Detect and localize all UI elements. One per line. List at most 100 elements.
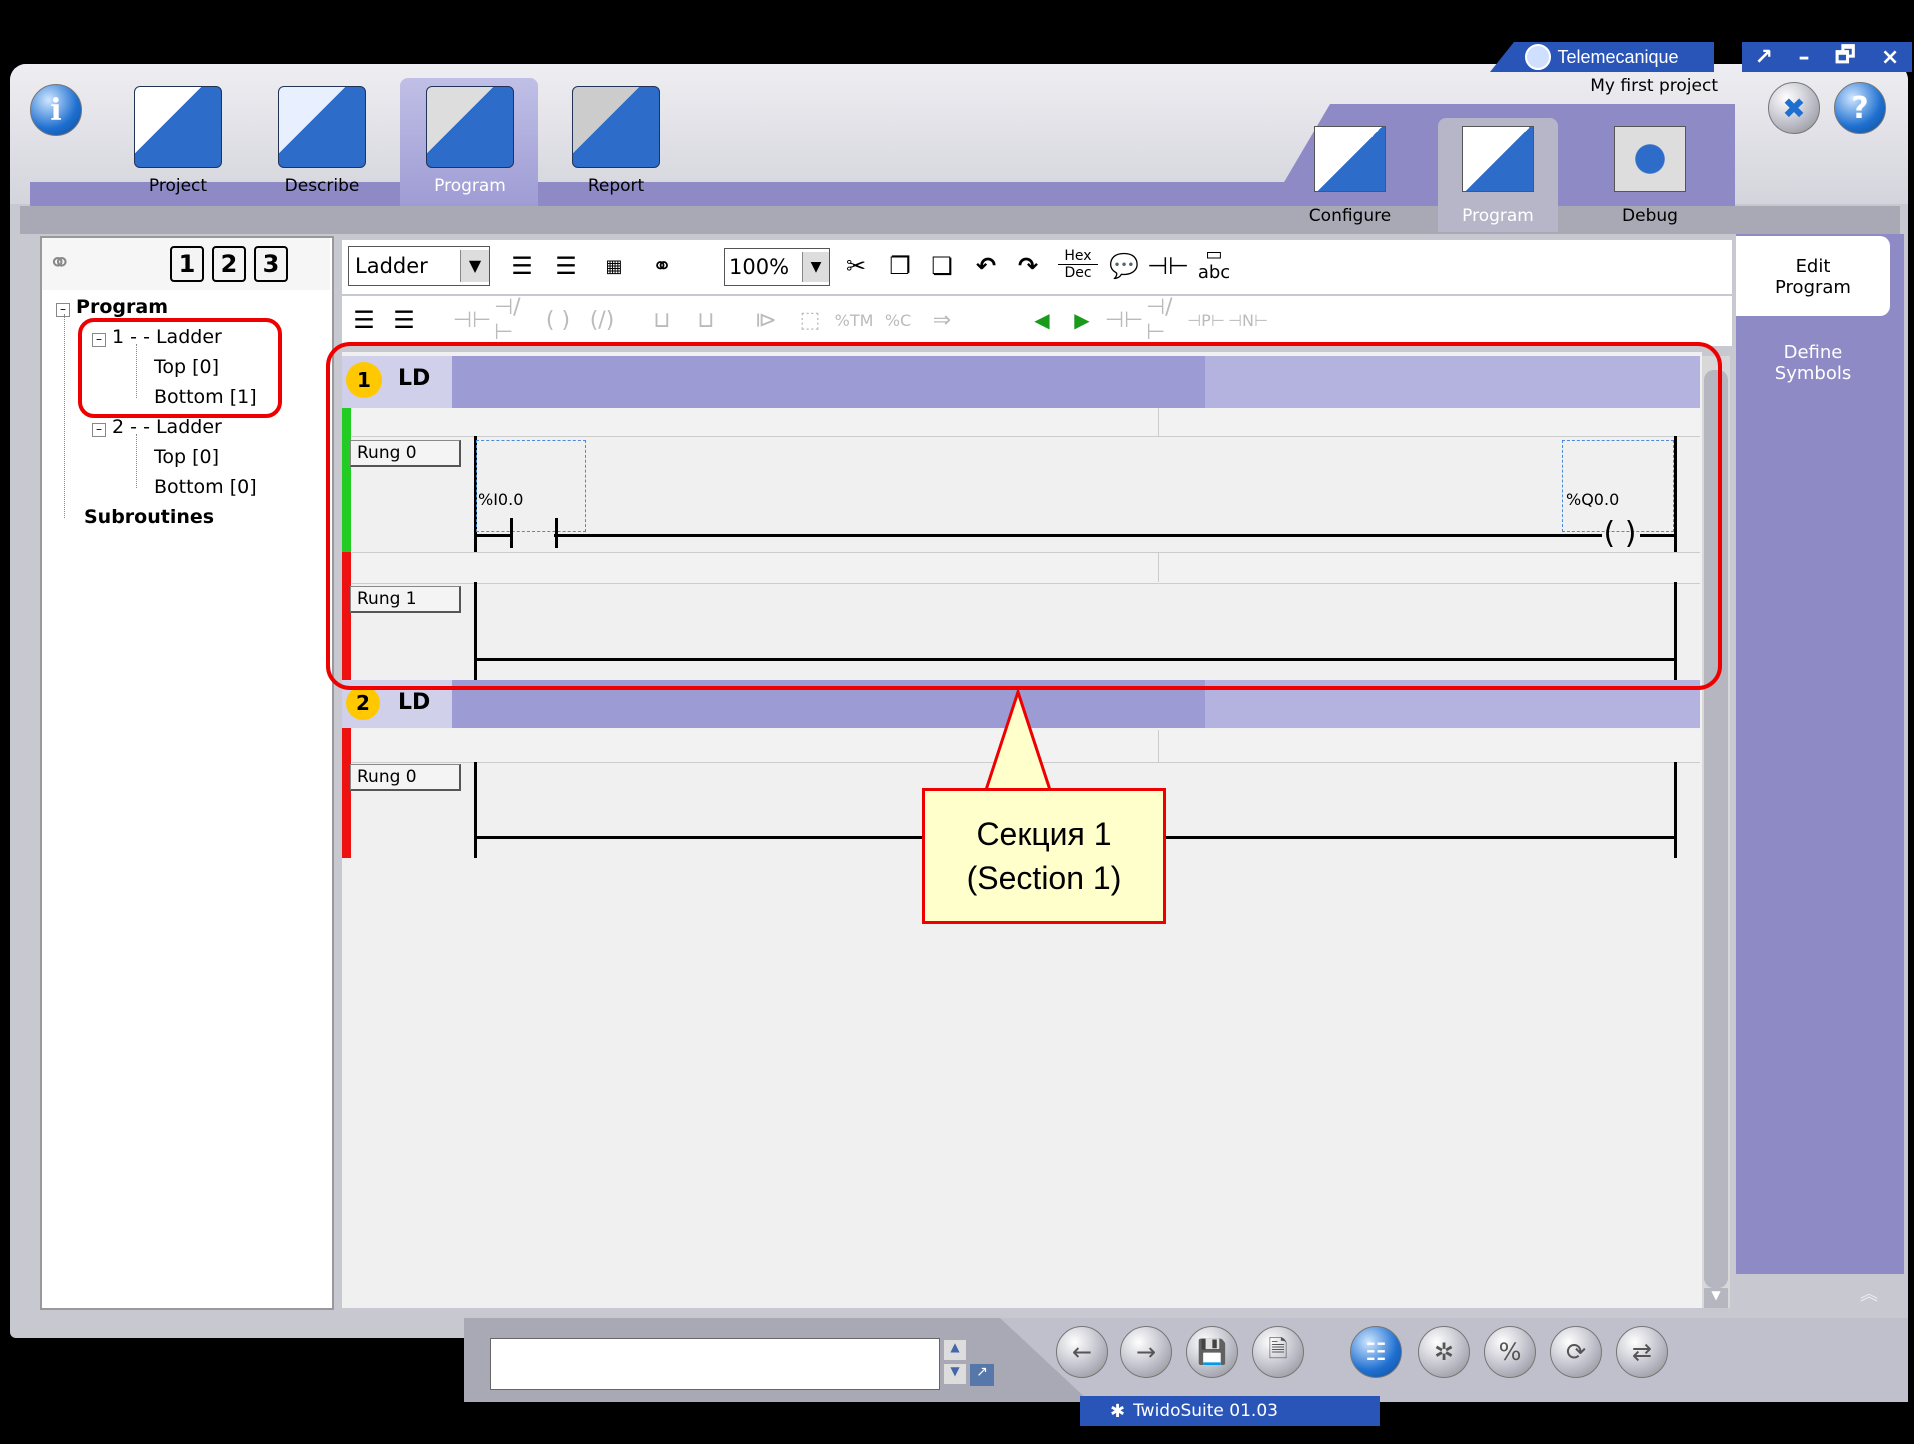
version-bar: ✱ TwidoSuite 01.03 bbox=[1080, 1396, 1380, 1426]
hex-dec-button[interactable]: Hex Dec bbox=[1058, 248, 1098, 288]
brand-tab: Telemecanique bbox=[1490, 42, 1714, 72]
comment-abc-button[interactable]: ▭ abc bbox=[1192, 246, 1236, 286]
timer-block-icon[interactable]: %TM bbox=[834, 300, 874, 340]
insert-rung-above-icon[interactable]: ☰ bbox=[546, 246, 586, 286]
tab-program-label: Program bbox=[434, 176, 506, 196]
tree-section-2[interactable]: – 2 - - Ladder bbox=[92, 416, 222, 438]
coil-icon[interactable]: ( ) bbox=[538, 300, 578, 340]
comment-icon[interactable]: 💬 bbox=[1104, 246, 1144, 286]
edit-program-tab[interactable]: Edit Program bbox=[1736, 236, 1890, 316]
section-2-badge: 2 bbox=[346, 686, 380, 720]
info-button[interactable]: i bbox=[30, 84, 82, 136]
subtab-debug[interactable]: Debug bbox=[1590, 126, 1710, 234]
cut-icon[interactable]: ✂ bbox=[836, 246, 876, 286]
right-power-rail bbox=[1674, 762, 1677, 858]
language-value: Ladder bbox=[355, 254, 428, 278]
tools-button[interactable]: ✖ bbox=[1768, 82, 1820, 134]
redo-icon[interactable]: ↷ bbox=[1008, 246, 1048, 286]
tab-report-label: Report bbox=[587, 176, 645, 196]
subtab-program-label: Program bbox=[1462, 206, 1534, 226]
define-symbols-tab[interactable]: Define Symbols bbox=[1736, 342, 1890, 402]
tree-subroutines[interactable]: Subroutines bbox=[84, 506, 214, 528]
link-icon[interactable]: ⚭ bbox=[48, 246, 88, 282]
edit-program-line2: Program bbox=[1775, 277, 1851, 298]
program-tool-button[interactable]: ☷ bbox=[1350, 1326, 1402, 1378]
scroll-down-icon[interactable]: ▼ bbox=[1704, 1288, 1728, 1308]
save-button[interactable]: 💾 bbox=[1186, 1326, 1238, 1378]
forward-button[interactable]: → bbox=[1120, 1326, 1172, 1378]
close-button[interactable]: × bbox=[1881, 45, 1899, 70]
compare-block-icon[interactable]: ⧐ bbox=[746, 300, 786, 340]
nav-right-icon[interactable]: ▶ bbox=[1064, 300, 1100, 340]
subtab-configure[interactable]: Configure bbox=[1290, 126, 1410, 234]
scroll-down-icon[interactable]: ▼ bbox=[944, 1364, 966, 1384]
expand-icon[interactable]: ↗ bbox=[970, 1364, 994, 1386]
help-button[interactable]: ? bbox=[1834, 82, 1886, 134]
operate-block-icon[interactable]: ⬚ bbox=[790, 300, 830, 340]
comment-element-icon[interactable]: ⊣⊢ bbox=[1147, 246, 1189, 286]
view-3-button[interactable]: 3 bbox=[254, 246, 288, 282]
convert-button[interactable]: ⇄ bbox=[1616, 1326, 1668, 1378]
insert-rung-after-icon[interactable]: ☰ bbox=[386, 300, 422, 340]
toolbar-ladder: ☰ ☰ ⊣⊢ ⊣/⊢ ( ) (/) ⊔ ⊔ ⧐ ⬚ %TM %C ⇒ ◀ ▶ … bbox=[342, 295, 1732, 346]
rung-comment-divider bbox=[1158, 730, 1159, 762]
back-button[interactable]: ← bbox=[1056, 1326, 1108, 1378]
cross-ref-button[interactable]: ✲ bbox=[1418, 1326, 1470, 1378]
contact-p-icon[interactable]: ⊣P⊢ bbox=[1187, 300, 1225, 340]
zoom-select[interactable]: 100% ▼ bbox=[724, 248, 830, 286]
counter-block-icon[interactable]: %C bbox=[878, 300, 918, 340]
view-2-button[interactable]: 2 bbox=[212, 246, 246, 282]
cross-ref-icon: ✲ bbox=[1433, 1338, 1455, 1366]
program-sub-icon bbox=[1462, 126, 1534, 192]
view-buttons: 1 2 3 bbox=[170, 246, 288, 282]
tree-root[interactable]: – Program bbox=[56, 296, 168, 318]
insert-rung-below-icon[interactable]: ☰ bbox=[346, 300, 382, 340]
view-1-button[interactable]: 1 bbox=[170, 246, 204, 282]
contact-nc-icon[interactable]: ⊣/⊢ bbox=[494, 295, 534, 345]
tab-describe[interactable]: Describe bbox=[262, 86, 382, 206]
tree-item-bottom[interactable]: Bottom [0] bbox=[154, 476, 257, 498]
subtab-configure-label: Configure bbox=[1308, 206, 1392, 226]
contact-nc-icon[interactable]: ⊣/⊢ bbox=[1146, 295, 1182, 345]
language-select[interactable]: Ladder ▼ bbox=[348, 246, 490, 286]
collapse-icon[interactable]: – bbox=[56, 303, 70, 317]
link-tool-icon[interactable]: ⚭ bbox=[642, 246, 682, 286]
restore-arrow-button[interactable]: ↗ bbox=[1755, 45, 1773, 70]
scroll-up-icon[interactable]: ▲ bbox=[944, 1340, 966, 1360]
configure-icon bbox=[1314, 126, 1386, 192]
contact-no-icon[interactable]: ⊣⊢ bbox=[452, 300, 492, 340]
contact-n-icon[interactable]: ⊣N⊢ bbox=[1228, 300, 1268, 340]
memory-button[interactable]: % bbox=[1484, 1326, 1536, 1378]
paste-icon[interactable]: ❏ bbox=[922, 246, 962, 286]
tab-program[interactable]: Program bbox=[410, 86, 530, 206]
tree-subroutines-label: Subroutines bbox=[84, 506, 215, 528]
percent-icon: % bbox=[1498, 1338, 1522, 1366]
jump-icon[interactable]: ⇒ bbox=[922, 300, 962, 340]
info-icon: i bbox=[50, 92, 62, 128]
nav-left-icon[interactable]: ◀ bbox=[1024, 300, 1060, 340]
maximize-button[interactable]: 🗗 bbox=[1835, 38, 1856, 76]
tab-project[interactable]: Project bbox=[118, 86, 238, 206]
delete-branch-icon[interactable]: ⊔ bbox=[686, 300, 726, 340]
branch-icon[interactable]: ⊔ bbox=[642, 300, 682, 340]
message-input[interactable] bbox=[490, 1338, 940, 1390]
save-as-button[interactable]: 🗎 bbox=[1252, 1326, 1304, 1378]
tools-icon: ✖ bbox=[1782, 91, 1806, 125]
compile-button[interactable]: ⟳ bbox=[1550, 1326, 1602, 1378]
subtab-program[interactable]: Program bbox=[1438, 126, 1558, 234]
collapse-icon[interactable]: – bbox=[92, 423, 106, 437]
copy-icon[interactable]: ❐ bbox=[880, 246, 920, 286]
collapse-panel-icon[interactable]: ︽ bbox=[1860, 1280, 1878, 1306]
set-reset-icon[interactable]: ▦ bbox=[592, 246, 636, 286]
undo-icon[interactable]: ↶ bbox=[966, 246, 1006, 286]
insert-rung-below-icon[interactable]: ☰ bbox=[502, 246, 542, 286]
contact-no-icon[interactable]: ⊣⊢ bbox=[1105, 300, 1143, 340]
rung-0-button[interactable]: Rung 0 bbox=[350, 764, 461, 791]
report-folder-icon bbox=[572, 86, 660, 168]
brand-logo-icon bbox=[1525, 44, 1552, 70]
minimize-button[interactable]: – bbox=[1798, 45, 1809, 70]
tab-report[interactable]: Report bbox=[556, 86, 676, 206]
coil-inverted-icon[interactable]: (/) bbox=[582, 300, 622, 340]
tree-item-top[interactable]: Top [0] bbox=[154, 446, 219, 468]
save-as-icon: 🗎 bbox=[1268, 1334, 1288, 1363]
